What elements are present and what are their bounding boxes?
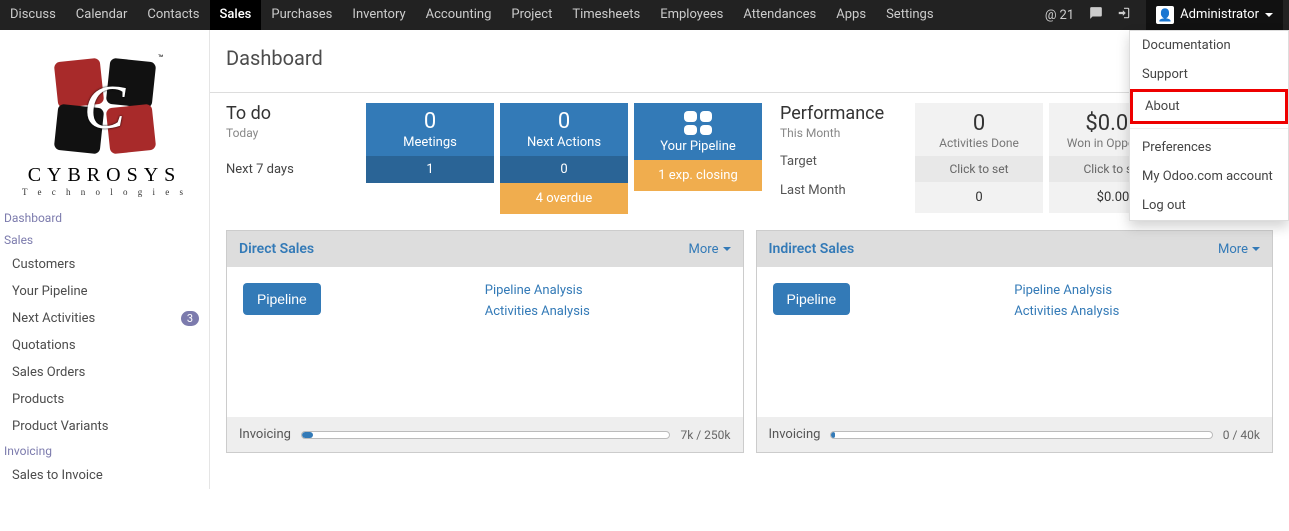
- nav-inventory[interactable]: Inventory: [342, 0, 415, 30]
- kanban-icon: [684, 111, 712, 135]
- sidebar-section-sales[interactable]: Sales: [0, 229, 209, 251]
- nav-attendances[interactable]: Attendances: [733, 0, 826, 30]
- caret-down-icon: [1265, 13, 1273, 17]
- link-pipeline-analysis[interactable]: Pipeline Analysis: [1014, 283, 1119, 298]
- sidebar: C ™ CYBROSYS T e c h n o l o g i e s Das…: [0, 30, 210, 489]
- sidebar-item-customers[interactable]: Customers: [0, 251, 209, 278]
- menu-preferences[interactable]: Preferences: [1130, 133, 1288, 162]
- pipeline-button[interactable]: Pipeline: [773, 283, 851, 315]
- pipeline-button[interactable]: Pipeline: [243, 283, 321, 315]
- link-activities-analysis[interactable]: Activities Analysis: [485, 304, 590, 319]
- top-nav: DiscussCalendarContactsSalesPurchasesInv…: [0, 0, 1289, 30]
- avatar: 👤: [1156, 6, 1174, 24]
- caret-down-icon: [723, 247, 731, 251]
- sidebar-item-your-pipeline[interactable]: Your Pipeline: [0, 278, 209, 305]
- logo: C ™ CYBROSYS T e c h n o l o g i e s: [0, 38, 209, 207]
- notification-badge[interactable]: @21: [1045, 8, 1074, 23]
- invoicing-value: 7k / 250k: [680, 428, 730, 442]
- nav-calendar[interactable]: Calendar: [66, 0, 138, 30]
- nav-accounting[interactable]: Accounting: [416, 0, 502, 30]
- content: Dashboard 1-2 To do Today Next 7 days 0M…: [210, 30, 1289, 489]
- nav-timesheets[interactable]: Timesheets: [562, 0, 650, 30]
- nav-settings[interactable]: Settings: [876, 0, 943, 30]
- link-pipeline-analysis[interactable]: Pipeline Analysis: [485, 283, 590, 298]
- sidebar-item-product-variants[interactable]: Product Variants: [0, 413, 209, 440]
- sidebar-item-quotations[interactable]: Quotations: [0, 332, 209, 359]
- metric-activities-done: 0Activities Done Click to set 0: [915, 103, 1043, 214]
- invoicing-value: 0 / 40k: [1223, 428, 1260, 442]
- user-menu-button[interactable]: 👤 Administrator: [1146, 0, 1283, 30]
- card-more-button[interactable]: More: [689, 242, 731, 257]
- sidebar-section-invoicing[interactable]: Invoicing: [0, 440, 209, 462]
- nav-employees[interactable]: Employees: [650, 0, 733, 30]
- enter-icon[interactable]: [1116, 6, 1132, 24]
- card-more-button[interactable]: More: [1218, 242, 1260, 257]
- sidebar-item-next-activities[interactable]: Next Activities 3: [0, 305, 209, 332]
- click-to-set-activities[interactable]: Click to set: [915, 156, 1043, 182]
- card-title: Indirect Sales: [769, 241, 1219, 257]
- caret-down-icon: [1252, 247, 1260, 251]
- menu-about[interactable]: About: [1130, 89, 1288, 124]
- menu-logout[interactable]: Log out: [1130, 191, 1288, 220]
- card-indirect-sales: Indirect Sales More Pipeline Pipeline An…: [756, 230, 1274, 453]
- nav-sales[interactable]: Sales: [210, 0, 262, 30]
- invoicing-progress: [830, 431, 1212, 439]
- menu-support[interactable]: Support: [1130, 60, 1288, 89]
- card-direct-sales: Direct Sales More Pipeline Pipeline Anal…: [226, 230, 744, 453]
- invoicing-progress: [301, 431, 671, 439]
- tile-meetings[interactable]: 0Meetings 1: [366, 103, 494, 214]
- nav-apps[interactable]: Apps: [826, 0, 876, 30]
- logo-mark: C ™: [50, 58, 160, 158]
- invoicing-label: Invoicing: [769, 427, 821, 442]
- sidebar-item-sales-orders[interactable]: Sales Orders: [0, 359, 209, 386]
- menu-documentation[interactable]: Documentation: [1130, 31, 1288, 60]
- card-title: Direct Sales: [239, 241, 689, 257]
- sidebar-item-sales-to-invoice[interactable]: Sales to Invoice: [0, 462, 209, 489]
- menu-odoo-account[interactable]: My Odoo.com account: [1130, 162, 1288, 191]
- nav-purchases[interactable]: Purchases: [261, 0, 342, 30]
- invoicing-label: Invoicing: [239, 427, 291, 442]
- sidebar-section-dashboard[interactable]: Dashboard: [0, 207, 209, 229]
- page-title: Dashboard: [226, 46, 1240, 70]
- todo-block: To do Today Next 7 days: [226, 103, 356, 214]
- sidebar-item-products[interactable]: Products: [0, 386, 209, 413]
- chat-icon[interactable]: [1088, 6, 1104, 24]
- nav-discuss[interactable]: Discuss: [0, 0, 66, 30]
- performance-block: Performance This Month Target Last Month: [780, 103, 884, 214]
- user-dropdown: Documentation Support About Preferences …: [1129, 30, 1289, 221]
- badge-next-activities: 3: [181, 311, 199, 326]
- tile-your-pipeline[interactable]: Your Pipeline 1 exp. closing: [634, 103, 762, 214]
- nav-contacts[interactable]: Contacts: [137, 0, 209, 30]
- nav-project[interactable]: Project: [501, 0, 562, 30]
- dashboard-summary: To do Today Next 7 days 0Meetings 1 0Nex…: [210, 103, 1289, 214]
- tile-next-actions[interactable]: 0Next Actions 0 4 overdue: [500, 103, 628, 214]
- link-activities-analysis[interactable]: Activities Analysis: [1014, 304, 1119, 319]
